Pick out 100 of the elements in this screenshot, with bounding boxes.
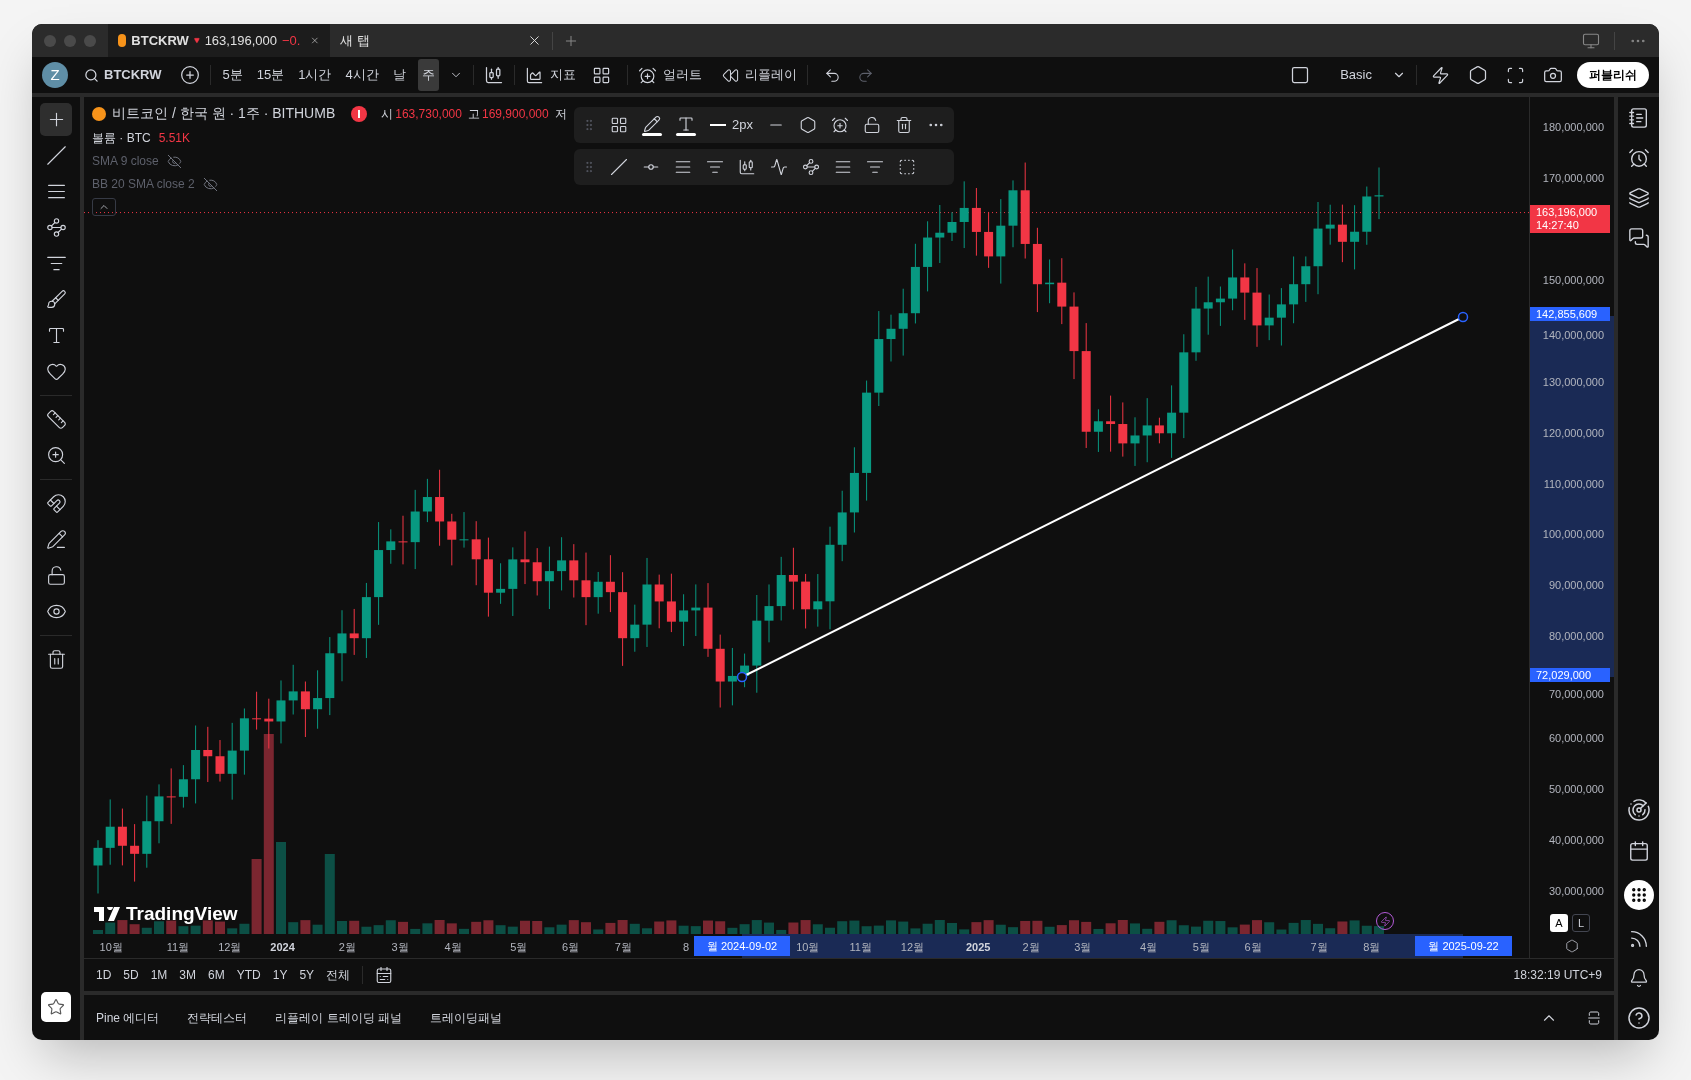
alarm-clock-icon[interactable]	[1627, 147, 1650, 169]
scale-button[interactable]: A	[1550, 914, 1568, 932]
panel-tab[interactable]: 전략테스터	[187, 1008, 248, 1027]
bell-icon[interactable]	[1628, 968, 1649, 988]
watchlist-icon[interactable]	[1627, 107, 1650, 129]
user-avatar[interactable]: Z	[42, 62, 68, 88]
publish-button[interactable]: 퍼블리쉬	[1577, 62, 1649, 88]
range-button[interactable]: 1M	[150, 966, 168, 984]
close-icon[interactable]	[527, 33, 542, 48]
interval-button[interactable]: 주	[417, 59, 439, 91]
rectangle-icon[interactable]	[898, 158, 916, 176]
range-button[interactable]: 6M	[208, 966, 225, 984]
undo-icon[interactable]	[823, 66, 841, 84]
unlock-icon[interactable]	[862, 116, 881, 134]
interval-button[interactable]: 15분	[254, 65, 287, 85]
calendar-icon[interactable]	[1627, 840, 1650, 862]
panel-tab[interactable]: 트레이딩패널	[430, 1008, 503, 1027]
pattern-icon[interactable]	[738, 158, 756, 176]
price-tick: 80,000,000	[1548, 629, 1604, 644]
scale-button[interactable]: L	[1572, 914, 1590, 932]
panel-tab[interactable]: Pine 에디터	[96, 1008, 160, 1027]
layout-grid-icon[interactable]	[591, 65, 611, 85]
layout-select[interactable]: Basic	[1340, 65, 1406, 85]
range-button[interactable]: 1D	[96, 966, 112, 984]
layers-icon[interactable]	[1627, 187, 1650, 209]
crosshair-tool[interactable]	[40, 103, 72, 136]
last-price-tag: 163,196,000 14:27:40	[1530, 204, 1610, 233]
price-tick: 100,000,000	[1542, 527, 1604, 542]
high-value: 169,900,000	[481, 105, 549, 123]
panel-tab[interactable]: 리플레이 트레이딩 패널	[275, 1008, 403, 1027]
interval-button[interactable]: 4시간	[343, 65, 381, 85]
line-width-button[interactable]: 2px	[710, 115, 753, 135]
trash-icon[interactable]	[894, 116, 913, 134]
fullscreen-icon[interactable]	[1506, 65, 1525, 85]
pencil-icon	[643, 114, 661, 133]
projection-icon[interactable]	[866, 158, 884, 176]
zap-icon	[1379, 915, 1391, 927]
indicators-button[interactable]: 지표	[524, 65, 576, 85]
add-symbol-icon[interactable]	[179, 65, 200, 85]
fib-lines-icon[interactable]	[706, 158, 724, 176]
price-tick: 70,000,000	[1548, 687, 1604, 702]
time-tick: 3월	[391, 940, 409, 955]
apps-button[interactable]	[1623, 880, 1654, 910]
square-icon[interactable]	[1290, 65, 1311, 85]
hidden-eye-icon[interactable]	[202, 176, 218, 192]
calendar-icon[interactable]	[375, 966, 394, 984]
time-tick: 2월	[338, 940, 356, 955]
help-icon[interactable]	[1626, 1006, 1651, 1030]
warning-icon[interactable]	[351, 105, 368, 122]
range-button[interactable]: 5D	[123, 966, 139, 984]
interval-button[interactable]: 5분	[220, 65, 245, 85]
time-tick: 2024	[270, 940, 295, 955]
settings-icon[interactable]	[1565, 939, 1579, 953]
panel-toggle-icon[interactable]	[1586, 1009, 1602, 1026]
symbol-title: 비트코인 / 한국 원 · 1주 · BITHUMB	[112, 104, 336, 123]
text-icon	[677, 114, 695, 133]
candlestick-icon[interactable]	[483, 65, 504, 85]
radar-icon[interactable]	[1626, 798, 1651, 822]
range-button[interactable]: 5Y	[299, 966, 315, 984]
interval-button[interactable]: 날	[390, 65, 408, 85]
replay-button[interactable]: 리플레이	[721, 65, 797, 85]
alert-button[interactable]: 얼러트	[637, 65, 702, 85]
trend-line-icon[interactable]	[610, 158, 628, 176]
settings-icon[interactable]	[798, 116, 817, 134]
abcd-pattern-icon[interactable]	[802, 158, 820, 176]
volume-label: 볼륨 · BTC	[92, 130, 151, 147]
trend-line[interactable]	[736, 311, 1469, 683]
hidden-eye-icon[interactable]	[166, 153, 182, 169]
interval-button[interactable]: 1시간	[296, 65, 334, 85]
pattern-icon	[45, 217, 67, 238]
settings-icon[interactable]	[1468, 65, 1488, 85]
time-tick: 10월	[99, 940, 123, 955]
range-top-tag: 142,855,609	[1530, 307, 1610, 322]
quick-search-icon[interactable]	[1431, 65, 1450, 85]
range-button[interactable]: 전체	[326, 966, 351, 984]
time-tick: 10월	[796, 940, 820, 955]
add-alert-icon[interactable]	[830, 116, 849, 134]
parallel-lines-icon[interactable]	[674, 158, 692, 176]
favorites-button[interactable]	[41, 992, 71, 1022]
collapse-button[interactable]	[92, 198, 116, 216]
channel-icon[interactable]	[834, 158, 852, 176]
pencil-color-icon[interactable]	[642, 114, 662, 136]
chat-icon[interactable]	[1627, 227, 1650, 249]
symbol-search[interactable]: BTCKRW	[84, 65, 162, 85]
range-button[interactable]: 3M	[179, 966, 197, 984]
camera-icon[interactable]	[1543, 65, 1563, 85]
alarm-clock-plus-icon	[637, 65, 657, 85]
monitor-icon[interactable]	[1582, 31, 1600, 50]
zoom-in-icon	[45, 445, 67, 466]
browser-tab[interactable]: BTCKRW 163,196,000 −0.	[108, 24, 330, 57]
price-tick: 170,000,000	[1542, 170, 1604, 185]
wave-icon[interactable]	[770, 158, 788, 176]
templates-icon[interactable]	[610, 116, 628, 134]
redo-icon[interactable]	[856, 66, 874, 84]
range-button[interactable]: 1Y	[272, 966, 288, 984]
dots-grid-icon	[1629, 886, 1648, 904]
range-button[interactable]: YTD	[236, 966, 261, 984]
text-color-icon[interactable]	[676, 114, 696, 136]
time-tick: 6월	[1244, 940, 1262, 955]
price-tick: 50,000,000	[1548, 782, 1604, 797]
